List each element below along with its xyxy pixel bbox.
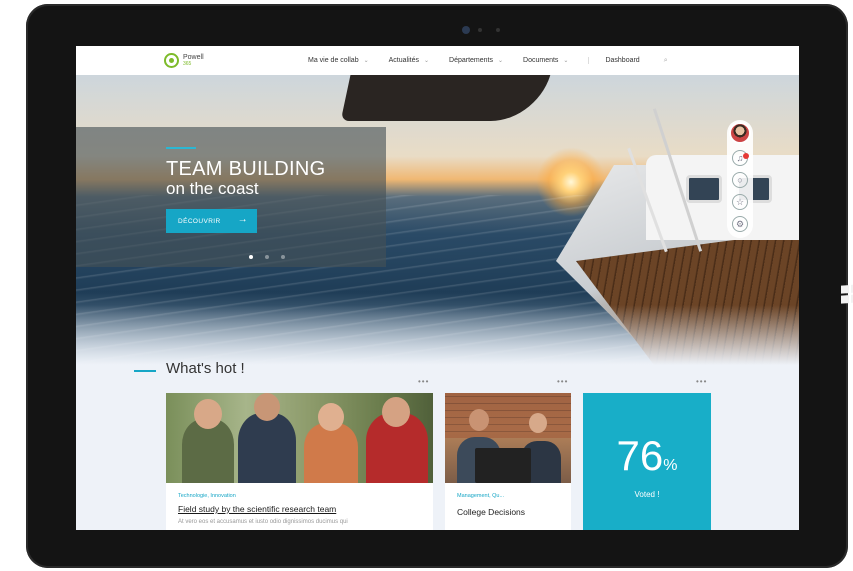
nav-item-documents[interactable]: Documents ⌄ xyxy=(523,57,568,64)
powell-logo-icon xyxy=(164,53,179,68)
windows-logo-icon[interactable] xyxy=(841,284,853,304)
chevron-down-icon: ⌄ xyxy=(423,58,430,64)
card-excerpt: At vero eos et accusamus et iusto odio d… xyxy=(178,519,348,525)
whats-hot-title: What's hot ! xyxy=(166,360,245,377)
discover-button-label: DÉCOUVRIR xyxy=(178,217,221,225)
news-card-college-decisions[interactable]: Management, Qu... College Decisions xyxy=(445,393,571,530)
card-title-link[interactable]: Field study by the scientific research t… xyxy=(178,504,336,514)
hikers-photo xyxy=(166,393,433,483)
card1-more-icon[interactable]: ••• xyxy=(418,377,429,386)
brand-name: Powell xyxy=(183,53,204,61)
carousel-dot-2[interactable] xyxy=(265,255,269,259)
chevron-down-icon: ⌄ xyxy=(363,58,369,64)
nav-item-departements[interactable]: Départements ⌄ xyxy=(449,57,503,64)
brand-sub: 365 xyxy=(183,60,192,67)
user-avatar[interactable] xyxy=(729,122,751,144)
card3-more-icon[interactable]: ••• xyxy=(696,377,707,386)
screen: TEAM BUILDING on the coast DÉCOUVRIR → P… xyxy=(76,46,799,530)
sensor-dot xyxy=(496,28,500,32)
chevron-down-icon: ⌄ xyxy=(563,58,569,64)
side-toolbar: ♫ ○ ☆ ⚙ xyxy=(727,120,753,238)
stat-unit: % xyxy=(663,457,678,474)
hero-title: TEAM BUILDING xyxy=(166,158,326,180)
carousel-dot-1[interactable] xyxy=(249,255,253,259)
card-tag[interactable]: Technologie, Innovation xyxy=(178,493,236,499)
search-icon[interactable]: ○ xyxy=(732,172,748,188)
top-navigation: Powell 365 Ma vie de collab ⌄ Actualités ⌄… xyxy=(76,46,799,75)
nav-menu: Ma vie de collab ⌄ Actualités ⌄ Départemen… xyxy=(308,46,668,75)
stat-value: 76% xyxy=(616,432,678,479)
card2-more-icon[interactable]: ••• xyxy=(557,377,568,386)
carousel-dot-3[interactable] xyxy=(281,255,285,259)
hero-banner: TEAM BUILDING on the coast DÉCOUVRIR → xyxy=(76,75,799,365)
nav-item-dashboard[interactable]: Dashboard xyxy=(588,57,640,64)
settings-icon[interactable]: ⚙ xyxy=(732,216,748,232)
camera-lens xyxy=(462,26,470,34)
section-accent-line xyxy=(134,370,156,372)
stat-card-vote[interactable]: 76% Voted ! xyxy=(583,393,711,530)
chevron-down-icon: ⌄ xyxy=(497,58,504,64)
star-icon[interactable]: ☆ xyxy=(732,194,748,210)
accent-line xyxy=(166,147,196,149)
news-card-field-study[interactable]: Technologie, Innovation Field study by t… xyxy=(166,393,433,530)
hero-subtitle: on the coast xyxy=(166,179,259,198)
stat-label: Voted ! xyxy=(634,490,660,499)
carousel-dots xyxy=(249,255,297,259)
sensor-dot xyxy=(478,28,482,32)
nav-item-actualites[interactable]: Actualités ⌄ xyxy=(389,57,429,64)
arrow-right-icon: → xyxy=(237,214,248,225)
hero-caption-panel: TEAM BUILDING on the coast DÉCOUVRIR → xyxy=(76,127,386,267)
discover-button[interactable]: DÉCOUVRIR → xyxy=(166,209,257,233)
nav-item-ma-vie[interactable]: Ma vie de collab ⌄ xyxy=(308,57,369,64)
brand-logo[interactable]: Powell 365 xyxy=(164,53,204,68)
card-tag[interactable]: Management, Qu... xyxy=(457,493,504,499)
notification-badge xyxy=(743,153,749,159)
card-title[interactable]: College Decisions xyxy=(457,507,525,517)
search-toggle-icon[interactable]: ⌕ xyxy=(664,57,668,65)
office-photo xyxy=(445,393,571,483)
